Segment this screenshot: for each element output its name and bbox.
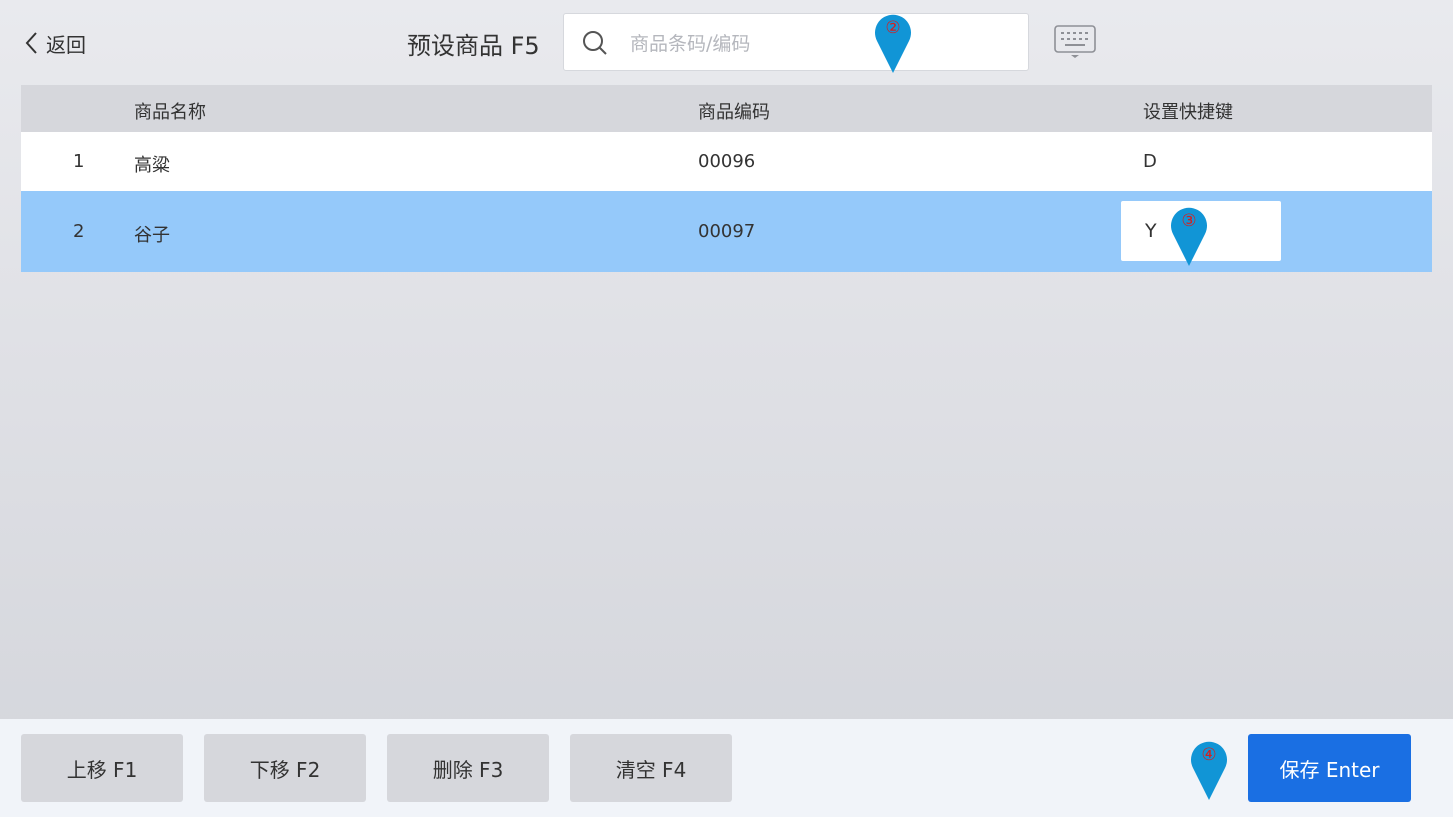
column-header-shortcut: 设置快捷键 (1143, 102, 1233, 123)
marker-number: ③ (1181, 211, 1197, 231)
table-row[interactable]: 1 高粱 00096 D (21, 132, 1432, 191)
back-button[interactable]: 返回 (24, 28, 86, 58)
chevron-left-icon (25, 32, 37, 54)
search-input[interactable] (628, 28, 1012, 60)
delete-button[interactable]: 删除 F3 (387, 734, 549, 802)
annotation-marker-search: ② (873, 13, 913, 75)
move-up-button[interactable]: 上移 F1 (21, 734, 183, 802)
table-row-selected[interactable]: 2 谷子 00097 (21, 191, 1432, 272)
row-index: 1 (73, 151, 85, 172)
table-header: 商品名称 商品编码 设置快捷键 (21, 85, 1432, 132)
page-title: 预设商品 F5 (407, 32, 540, 60)
product-code: 00097 (698, 221, 756, 242)
product-code: 00096 (698, 151, 756, 172)
annotation-marker-save: ④ (1189, 740, 1229, 802)
search-icon (583, 31, 607, 55)
shortcut-key[interactable]: D (1143, 151, 1157, 172)
clear-button[interactable]: 清空 F4 (570, 734, 732, 802)
product-name: 谷子 (134, 225, 170, 246)
back-label: 返回 (46, 32, 86, 57)
column-header-name: 商品名称 (134, 102, 206, 123)
column-header-code: 商品编码 (698, 102, 770, 123)
marker-number: ② (885, 18, 901, 38)
move-down-button[interactable]: 下移 F2 (204, 734, 366, 802)
product-name: 高粱 (134, 155, 170, 176)
preset-products-table: 商品名称 商品编码 设置快捷键 1 高粱 00096 D 2 谷子 00097 (21, 85, 1432, 272)
search-box[interactable] (563, 13, 1029, 71)
keyboard-icon[interactable] (1053, 25, 1097, 59)
annotation-marker-shortcut: ③ (1169, 206, 1209, 268)
row-index: 2 (73, 221, 85, 242)
marker-number: ④ (1201, 745, 1217, 765)
top-bar: 返回 预设商品 F5 (0, 0, 1453, 85)
footer-toolbar: 上移 F1 下移 F2 删除 F3 清空 F4 保存 Enter (0, 719, 1453, 817)
save-button[interactable]: 保存 Enter (1248, 734, 1411, 802)
